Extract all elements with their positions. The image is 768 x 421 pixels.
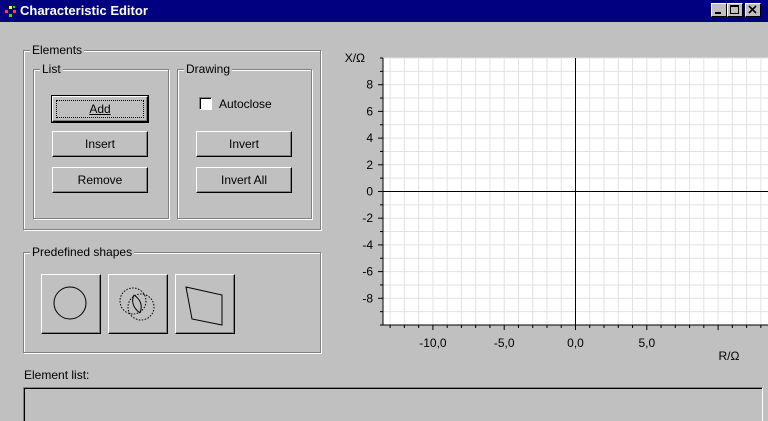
quadrilateral-shape-button[interactable] <box>175 274 235 334</box>
intersecting-circles-shape-button[interactable] <box>108 274 168 334</box>
x-tick-label: -5,0 <box>494 336 515 350</box>
element-list-label: Element list: <box>24 368 90 382</box>
y-tick-label: 0 <box>366 185 373 199</box>
y-tick-label: 4 <box>366 131 373 145</box>
maximize-button[interactable] <box>727 3 743 17</box>
list-group: List Add Insert Remove <box>33 62 169 219</box>
drawing-group: Drawing Autoclose Invert Invert All <box>177 62 312 219</box>
add-button[interactable]: Add <box>51 95 149 123</box>
predefined-shapes-label: Predefined shapes <box>30 245 135 259</box>
x-axis-label: R/Ω <box>719 349 740 363</box>
window-title: Characteristic Editor <box>20 3 148 18</box>
close-icon <box>748 5 757 14</box>
y-tick-label: 8 <box>366 78 373 92</box>
invert-all-button-label: Invert All <box>220 173 268 187</box>
x-tick-label: 0,0 <box>567 336 584 350</box>
remove-button-label: Remove <box>77 173 123 187</box>
invert-all-button[interactable]: Invert All <box>196 167 292 193</box>
y-tick-label: 2 <box>366 158 373 172</box>
quadrilateral-icon <box>185 286 223 326</box>
insert-button[interactable]: Insert <box>52 131 148 157</box>
add-button-label: Add <box>89 102 111 116</box>
circle-icon <box>53 286 87 320</box>
minimize-button[interactable] <box>711 3 727 17</box>
elements-group-label: Elements <box>30 43 85 57</box>
remove-button[interactable]: Remove <box>52 167 148 193</box>
autoclose-label[interactable]: Autoclose <box>219 97 272 111</box>
maximize-icon <box>730 5 739 14</box>
minimize-icon <box>715 12 721 14</box>
circle-shape-button[interactable] <box>41 274 101 334</box>
insert-button-label: Insert <box>84 137 115 151</box>
list-group-label: List <box>40 62 63 76</box>
app-icon <box>5 6 16 17</box>
y-tick-label: -8 <box>362 291 373 305</box>
y-tick-label: -2 <box>362 211 373 225</box>
autoclose-checkbox[interactable] <box>199 97 212 110</box>
characteristic-chart[interactable]: 8 6 4 2 0 -2 -4 -6 -8 -10,0 -5,0 0,0 5,0 X/Ω R/Ω <box>325 40 768 375</box>
characteristic-editor-window: Characteristic Editor Elements List Add … <box>0 0 768 421</box>
title-bar[interactable]: Characteristic Editor <box>0 0 768 22</box>
y-tick-label: -4 <box>362 238 373 252</box>
y-axis-label: X/Ω <box>345 51 365 65</box>
x-tick-label: -10,0 <box>419 336 447 350</box>
drawing-group-label: Drawing <box>184 62 233 76</box>
intersecting-circles-icon <box>119 287 155 321</box>
element-list-box[interactable] <box>23 387 763 421</box>
y-tick-label: -6 <box>362 265 373 279</box>
invert-button[interactable]: Invert <box>196 131 292 157</box>
y-tick-label: 6 <box>366 104 373 118</box>
x-tick-label: 5,0 <box>638 336 655 350</box>
close-button[interactable] <box>745 3 761 17</box>
invert-button-label: Invert <box>228 137 259 151</box>
